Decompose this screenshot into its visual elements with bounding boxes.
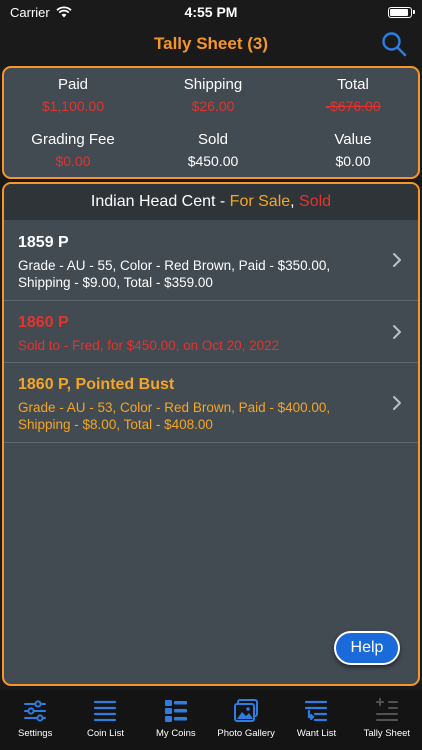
row-title: 1859 P [18,234,69,251]
tab-label: Want List [296,728,337,739]
shipping-summary: Shipping $26.00 [143,76,283,114]
nav-bar: Tally Sheet (3) [0,24,422,64]
tally-icon [375,698,398,721]
help-button[interactable]: Help [334,631,400,665]
row-detail: Sold to - Fred, for $450.00, on Oct 20, … [18,338,280,353]
tab-bar: Settings Coin List My Coins Photo Galler… [0,690,422,750]
search-icon[interactable] [380,30,408,58]
header-sold: Sold [299,193,332,210]
value-label: Value [334,131,372,148]
carrier-label: Carrier [10,4,50,20]
row-title: 1860 P [18,314,69,331]
status-bar: Carrier 4:55 PM [0,0,422,24]
tab-label: Settings [18,728,53,739]
status-left: Carrier [10,5,72,20]
coin-row-1860-p-pointed-bust[interactable]: 1860 P, Pointed Bust Grade - AU - 53, Co… [4,363,418,443]
list-icon [94,700,117,722]
coin-list-panel: Indian Head Cent - For Sale , Sold 1859 … [2,182,420,686]
page-title: Tally Sheet (3) [154,34,268,53]
row-detail: Grade - AU - 53, Color - Red Brown, Paid… [18,400,331,432]
total-label: Total [337,76,369,93]
tab-tally-sheet[interactable]: Tally Sheet [352,690,422,750]
chevron-right-icon [393,395,401,410]
list-header: Indian Head Cent - For Sale , Sold [4,184,418,220]
tab-settings[interactable]: Settings [0,690,70,750]
sold-label: Sold [197,131,229,148]
grid-list-icon [164,700,187,722]
coin-row-1859-p[interactable]: 1859 P Grade - AU - 55, Color - Red Brow… [4,220,418,301]
paid-label: Paid [57,76,89,93]
total-value: -$676.00 [325,98,381,114]
value-summary: Value $0.00 [283,131,422,169]
tab-label: My Coins [156,728,196,739]
photos-icon [234,699,259,722]
chevron-right-icon [393,253,401,267]
sliders-icon [24,700,47,722]
row-detail: Grade - AU - 55, Color - Red Brown, Paid… [18,258,331,290]
total-summary: Total -$676.00 [283,76,422,114]
paid-summary: Paid $1,100.00 [3,76,143,114]
grading-value: $0.00 [55,153,91,169]
coin-row-1860-p-sold[interactable]: 1860 P Sold to - Fred, for $450.00, on O… [4,301,418,363]
value-value: $0.00 [335,153,371,169]
tab-want-list[interactable]: Want List [281,690,351,750]
header-for-sale: For Sale [229,193,291,210]
tab-label: Photo Gallery [217,728,275,739]
tab-coin-list[interactable]: Coin List [70,690,140,750]
header-separator: , [290,193,300,210]
shipping-value: $26.00 [191,98,235,114]
wifi-icon [56,6,72,18]
tab-photo-gallery[interactable]: Photo Gallery [211,690,281,750]
shipping-label: Shipping [183,76,243,93]
sold-value: $450.00 [187,153,239,169]
tab-label: Tally Sheet [363,728,411,739]
row-title: 1860 P, Pointed Bust [18,376,175,393]
tab-label: Coin List [87,728,124,739]
header-prefix: Indian Head Cent - [90,193,230,210]
grading-summary: Grading Fee $0.00 [3,131,143,169]
summary-panel: Paid $1,100.00 Shipping $26.00 Total -$6… [2,66,420,179]
grading-label: Grading Fee [31,131,115,148]
chevron-right-icon [393,324,401,339]
battery-icon [388,6,415,18]
want-list-icon [305,700,328,722]
sold-summary: Sold $450.00 [143,131,283,169]
paid-value: $1,100.00 [41,98,105,114]
tab-my-coins[interactable]: My Coins [141,690,211,750]
